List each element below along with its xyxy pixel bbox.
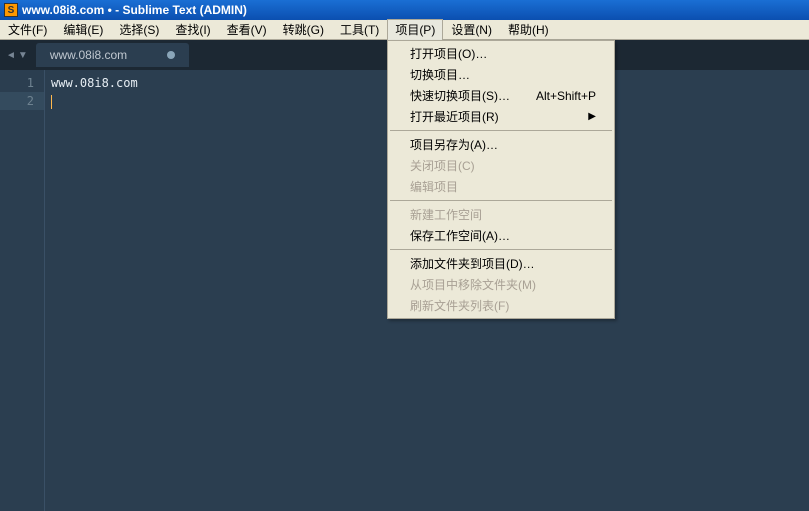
menu-item[interactable]: 查看(V) [219, 19, 275, 40]
menu-option-label: 编辑项目 [410, 178, 596, 195]
code-area[interactable]: www.08i8.com [44, 70, 138, 511]
titlebar-text: www.08i8.com • - Sublime Text (ADMIN) [22, 3, 247, 17]
menu-item[interactable]: 工具(T) [332, 19, 387, 40]
menu-item[interactable]: 设置(N) [443, 19, 500, 40]
menu-separator [390, 130, 612, 131]
text-cursor [51, 95, 52, 109]
menu-accelerator: Alt+Shift+P [536, 89, 596, 103]
code-line[interactable]: www.08i8.com [45, 74, 138, 92]
menu-option[interactable]: 打开项目(O)… [388, 43, 614, 64]
file-tab[interactable]: www.08i8.com [36, 43, 189, 67]
menu-option: 编辑项目 [388, 176, 614, 197]
menu-option: 刷新文件夹列表(F) [388, 295, 614, 316]
menu-item[interactable]: 文件(F) [0, 19, 55, 40]
menu-option[interactable]: 保存工作空间(A)… [388, 225, 614, 246]
menu-option[interactable]: 打开最近项目(R)▶ [388, 106, 614, 127]
menu-option: 新建工作空间 [388, 204, 614, 225]
menu-option: 关闭项目(C) [388, 155, 614, 176]
menu-option-label: 新建工作空间 [410, 206, 596, 223]
tab-list-icon[interactable]: ▼ [18, 50, 28, 61]
menu-option[interactable]: 项目另存为(A)… [388, 134, 614, 155]
dirty-indicator-icon [167, 51, 175, 59]
menu-option-label: 打开最近项目(R) [410, 108, 588, 125]
menu-option: 从项目中移除文件夹(M) [388, 274, 614, 295]
menubar: 文件(F)编辑(E)选择(S)查找(I)查看(V)转跳(G)工具(T)项目(P)… [0, 20, 809, 40]
submenu-arrow-icon: ▶ [588, 111, 596, 122]
app-icon [4, 3, 18, 17]
line-number: 2 [0, 92, 44, 110]
menu-option-label: 刷新文件夹列表(F) [410, 297, 596, 314]
menu-option-label: 添加文件夹到项目(D)… [410, 255, 596, 272]
menu-item[interactable]: 转跳(G) [275, 19, 332, 40]
menu-item[interactable]: 查找(I) [167, 19, 218, 40]
menu-option-label: 快速切换项目(S)… [410, 87, 536, 104]
tab-label: www.08i8.com [50, 48, 127, 62]
menu-option[interactable]: 添加文件夹到项目(D)… [388, 253, 614, 274]
menu-item[interactable]: 选择(S) [111, 19, 167, 40]
menu-separator [390, 249, 612, 250]
tab-nav: ◄ ▼ [6, 50, 28, 61]
menu-option[interactable]: 切换项目… [388, 64, 614, 85]
menu-separator [390, 200, 612, 201]
menu-option-label: 从项目中移除文件夹(M) [410, 276, 596, 293]
menu-option-label: 保存工作空间(A)… [410, 227, 596, 244]
line-number: 1 [0, 74, 44, 92]
project-menu-dropdown: 打开项目(O)…切换项目…快速切换项目(S)…Alt+Shift+P打开最近项目… [387, 40, 615, 319]
titlebar: www.08i8.com • - Sublime Text (ADMIN) [0, 0, 809, 20]
menu-option-label: 切换项目… [410, 66, 596, 83]
menu-option-label: 项目另存为(A)… [410, 136, 596, 153]
menu-option[interactable]: 快速切换项目(S)…Alt+Shift+P [388, 85, 614, 106]
menu-item[interactable]: 帮助(H) [500, 19, 557, 40]
menu-option-label: 关闭项目(C) [410, 157, 596, 174]
tab-prev-icon[interactable]: ◄ [6, 50, 16, 61]
menu-option-label: 打开项目(O)… [410, 45, 596, 62]
menu-item[interactable]: 编辑(E) [55, 19, 111, 40]
gutter: 12 [0, 70, 44, 511]
code-line[interactable] [45, 92, 138, 110]
menu-item[interactable]: 项目(P) [387, 19, 443, 40]
